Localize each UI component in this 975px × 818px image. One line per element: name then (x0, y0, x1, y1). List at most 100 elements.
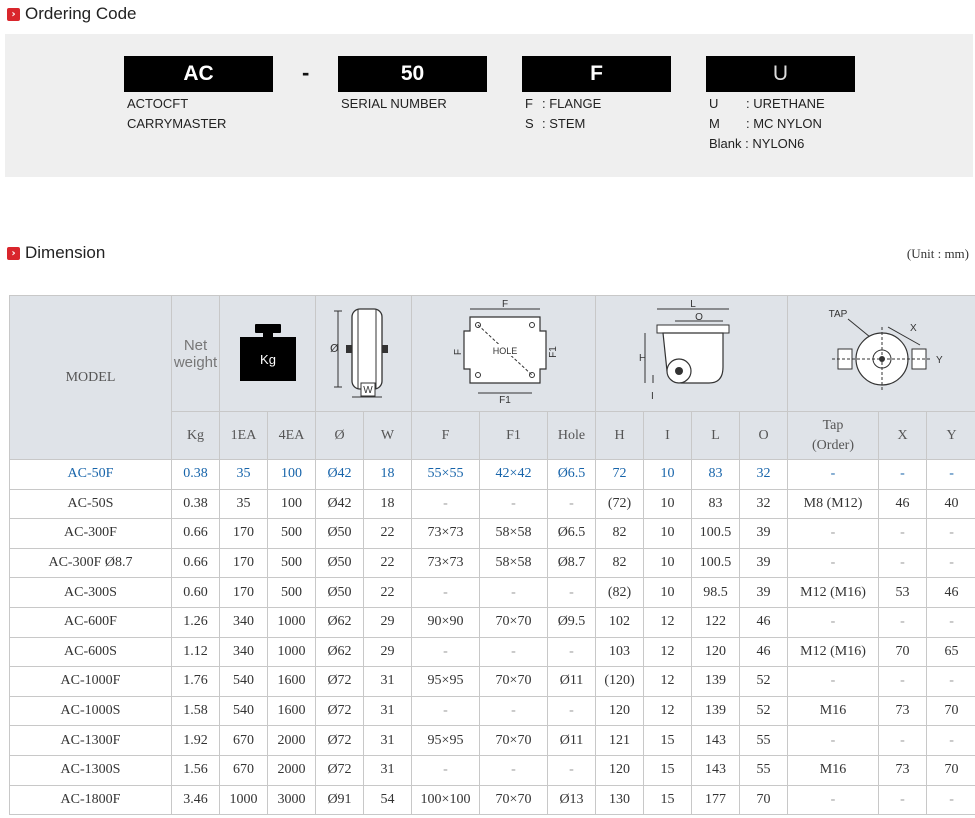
flange-diagram-cell: F HOLE F F1 F1 (410, 295, 597, 412)
desc-key: U (709, 96, 719, 111)
table-cell: 70×70 (479, 784, 548, 816)
table-cell: 46 (878, 488, 928, 520)
desc-value: : NYLON6 (745, 136, 805, 151)
top-diagram: TAP X Y (829, 309, 943, 391)
table-cell: - (878, 666, 928, 697)
table-cell: 500 (267, 577, 316, 608)
col-header: Kg (171, 411, 220, 460)
model-cell: AC-50F (9, 459, 172, 490)
table-cell: M16 (787, 754, 880, 786)
weight-icon-cell: Kg (219, 295, 316, 412)
desc-key: S (525, 116, 534, 131)
model-cell: AC-300F (9, 518, 172, 549)
mount-description: F: FLANGE S: STEM (525, 94, 601, 134)
chevron-right-icon: › (7, 246, 20, 260)
table-cell: 95×95 (411, 725, 480, 756)
hole-label: HOLE (492, 346, 517, 356)
table-cell: 1000 (219, 784, 268, 816)
table-cell: - (926, 459, 975, 490)
table-cell: 46 (739, 606, 789, 638)
net-weight-label: Net weight (173, 336, 218, 371)
table-cell: - (787, 547, 880, 579)
table-cell: - (787, 518, 880, 549)
table-cell: 500 (267, 518, 316, 549)
model-cell: AC-600S (9, 636, 172, 668)
model-cell: AC-1000F (9, 666, 172, 697)
table-cell: 70 (739, 784, 789, 816)
table-cell: 0.60 (171, 577, 220, 608)
table-cell: 340 (219, 606, 268, 638)
table-row: AC-600F 1.26 340 1000 Ø62 29 90×90 70×70 Ø9.5 102… (9, 606, 975, 638)
side-diagram: L O H I (639, 299, 730, 402)
table-cell: - (926, 606, 975, 638)
ac-description: ACTOCFT CARRYMASTER (127, 94, 226, 134)
code-dash: - (302, 60, 310, 85)
table-cell: 170 (219, 518, 268, 549)
table-cell: 139 (691, 695, 741, 727)
table-cell: 540 (219, 695, 268, 727)
table-cell: 70×70 (479, 725, 548, 756)
table-body: AC-50F 0.38 35 100 Ø42 18 55×55 42×42 Ø6.5 72 10 83… (9, 459, 975, 816)
table-cell: 39 (739, 547, 789, 579)
wheel-diagram: Ø W (330, 308, 388, 398)
table-cell: - (787, 666, 880, 697)
table-cell: - (878, 459, 928, 490)
table-cell: 0.38 (171, 459, 220, 490)
table-cell: - (926, 784, 975, 816)
col-header: F (411, 411, 480, 460)
code-box-serial: 50 (338, 56, 487, 92)
flange-f1-side-label: F1 (548, 346, 559, 358)
table-cell: 72 (595, 459, 645, 490)
table-cell: - (411, 636, 480, 668)
table-cell: Ø11 (546, 725, 597, 756)
ordering-code-panel: AC - 50 F U ACTOCFT CARRYMASTER SERIAL N… (5, 34, 973, 177)
table-cell: - (546, 754, 597, 786)
table-cell: 1600 (267, 666, 316, 697)
col-header: 4EA (267, 411, 316, 460)
tap-label: TAP (829, 309, 848, 320)
top-y-label: Y (936, 355, 943, 366)
table-cell: 143 (691, 725, 741, 756)
table-cell: 100×100 (411, 784, 480, 816)
table-cell: 1000 (267, 636, 316, 668)
table-cell: - (878, 518, 928, 549)
col-header: H (595, 411, 645, 460)
table-cell: - (479, 488, 548, 520)
table-cell: - (926, 518, 975, 549)
side-i-label: I (651, 391, 654, 402)
table-cell: - (411, 695, 480, 727)
col-header-tap: Tap (Order) (787, 411, 880, 460)
model-cell: AC-1800F (9, 784, 172, 816)
table-cell: 120 (595, 695, 645, 727)
col-header: X (878, 411, 928, 460)
table-cell: - (926, 666, 975, 697)
desc-value: : STEM (542, 116, 586, 131)
table-cell: Ø8.7 (546, 547, 597, 579)
table-cell: - (546, 636, 597, 668)
table-cell: - (411, 754, 480, 786)
table-cell: - (479, 636, 548, 668)
table-cell: - (479, 577, 548, 608)
table-cell: 46 (926, 577, 975, 608)
model-cell: AC-50S (9, 488, 172, 520)
table-cell: Ø11 (546, 666, 597, 697)
table-cell: 1.76 (171, 666, 220, 697)
table-cell: Ø62 (315, 606, 364, 638)
table-cell: 39 (739, 518, 789, 549)
table-cell: 52 (739, 666, 789, 697)
table-cell: 2000 (267, 725, 316, 756)
table-cell: 95×95 (411, 666, 480, 697)
table-cell: 52 (739, 695, 789, 727)
table-cell: - (926, 547, 975, 579)
desc-value: : URETHANE (746, 96, 825, 111)
table-cell: 46 (739, 636, 789, 668)
table-cell: M12 (M16) (787, 636, 880, 668)
table-cell: 170 (219, 577, 268, 608)
table-row: AC-600S 1.12 340 1000 Ø62 29- - -103 12 120 46 M12 … (9, 636, 975, 668)
material-description: U: URETHANE M: MC NYLON Blank : NYLON6 (709, 94, 825, 154)
net-weight-header: Net weight (171, 295, 220, 412)
table-row: AC-300S 0.60 170 500 Ø50 22- - - (82) 10 98.5 39 M12… (9, 577, 975, 608)
table-cell: 42×42 (479, 459, 548, 490)
table-cell: 10 (643, 459, 693, 490)
weight-icon: Kg (239, 324, 296, 381)
